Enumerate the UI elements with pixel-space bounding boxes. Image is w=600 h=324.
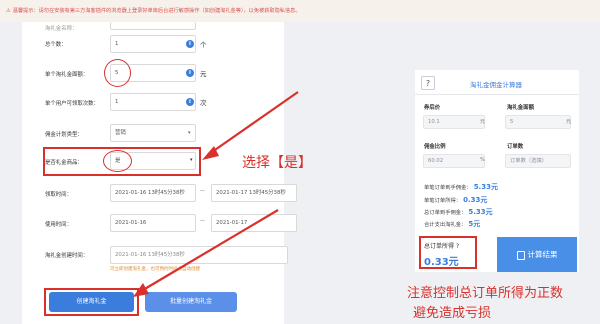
- coupon-price-input[interactable]: 10.1: [423, 115, 485, 129]
- arrow-line: [142, 209, 279, 291]
- total-profit-label: 总订单所得 ?: [424, 243, 460, 250]
- result-line: 总订单到手佣金： 5.33元: [424, 208, 493, 216]
- result-line: 合计支出淘礼金： 5元: [424, 220, 481, 228]
- order-count-label: 订单数: [507, 144, 524, 150]
- commission-rate-label: 佣金比例: [424, 144, 446, 150]
- calculate-button-label: 计算结果: [527, 250, 558, 259]
- commission-rate-unit: %: [480, 157, 485, 163]
- coupon-price-label: 券后价: [424, 105, 441, 111]
- commission-rate-input[interactable]: 60.02: [423, 154, 485, 168]
- arrow-line: [211, 91, 299, 153]
- total-profit-value: 0.33元: [424, 257, 459, 268]
- arrow-head: [133, 283, 149, 297]
- tlj-amount-label: 淘礼金面额: [507, 105, 534, 111]
- help-icon[interactable]: ?: [456, 243, 459, 250]
- calculator-icon: [516, 250, 525, 260]
- calculate-button[interactable]: 计算结果: [497, 237, 577, 272]
- divider: [415, 94, 579, 95]
- coupon-price-unit: 元: [480, 119, 486, 125]
- tlj-amount-input[interactable]: 5: [505, 115, 571, 129]
- tlj-amount-unit: 元: [566, 119, 572, 125]
- help-icon[interactable]: ?: [421, 76, 435, 90]
- result-line: 单笔订单所得： 0.33元: [424, 196, 488, 204]
- order-count-input[interactable]: 订单数（选填）: [505, 154, 571, 168]
- calculator-title: 淘礼金佣金计算器: [470, 81, 522, 89]
- result-line: 单笔订单到手佣金： 5.33元: [424, 183, 498, 191]
